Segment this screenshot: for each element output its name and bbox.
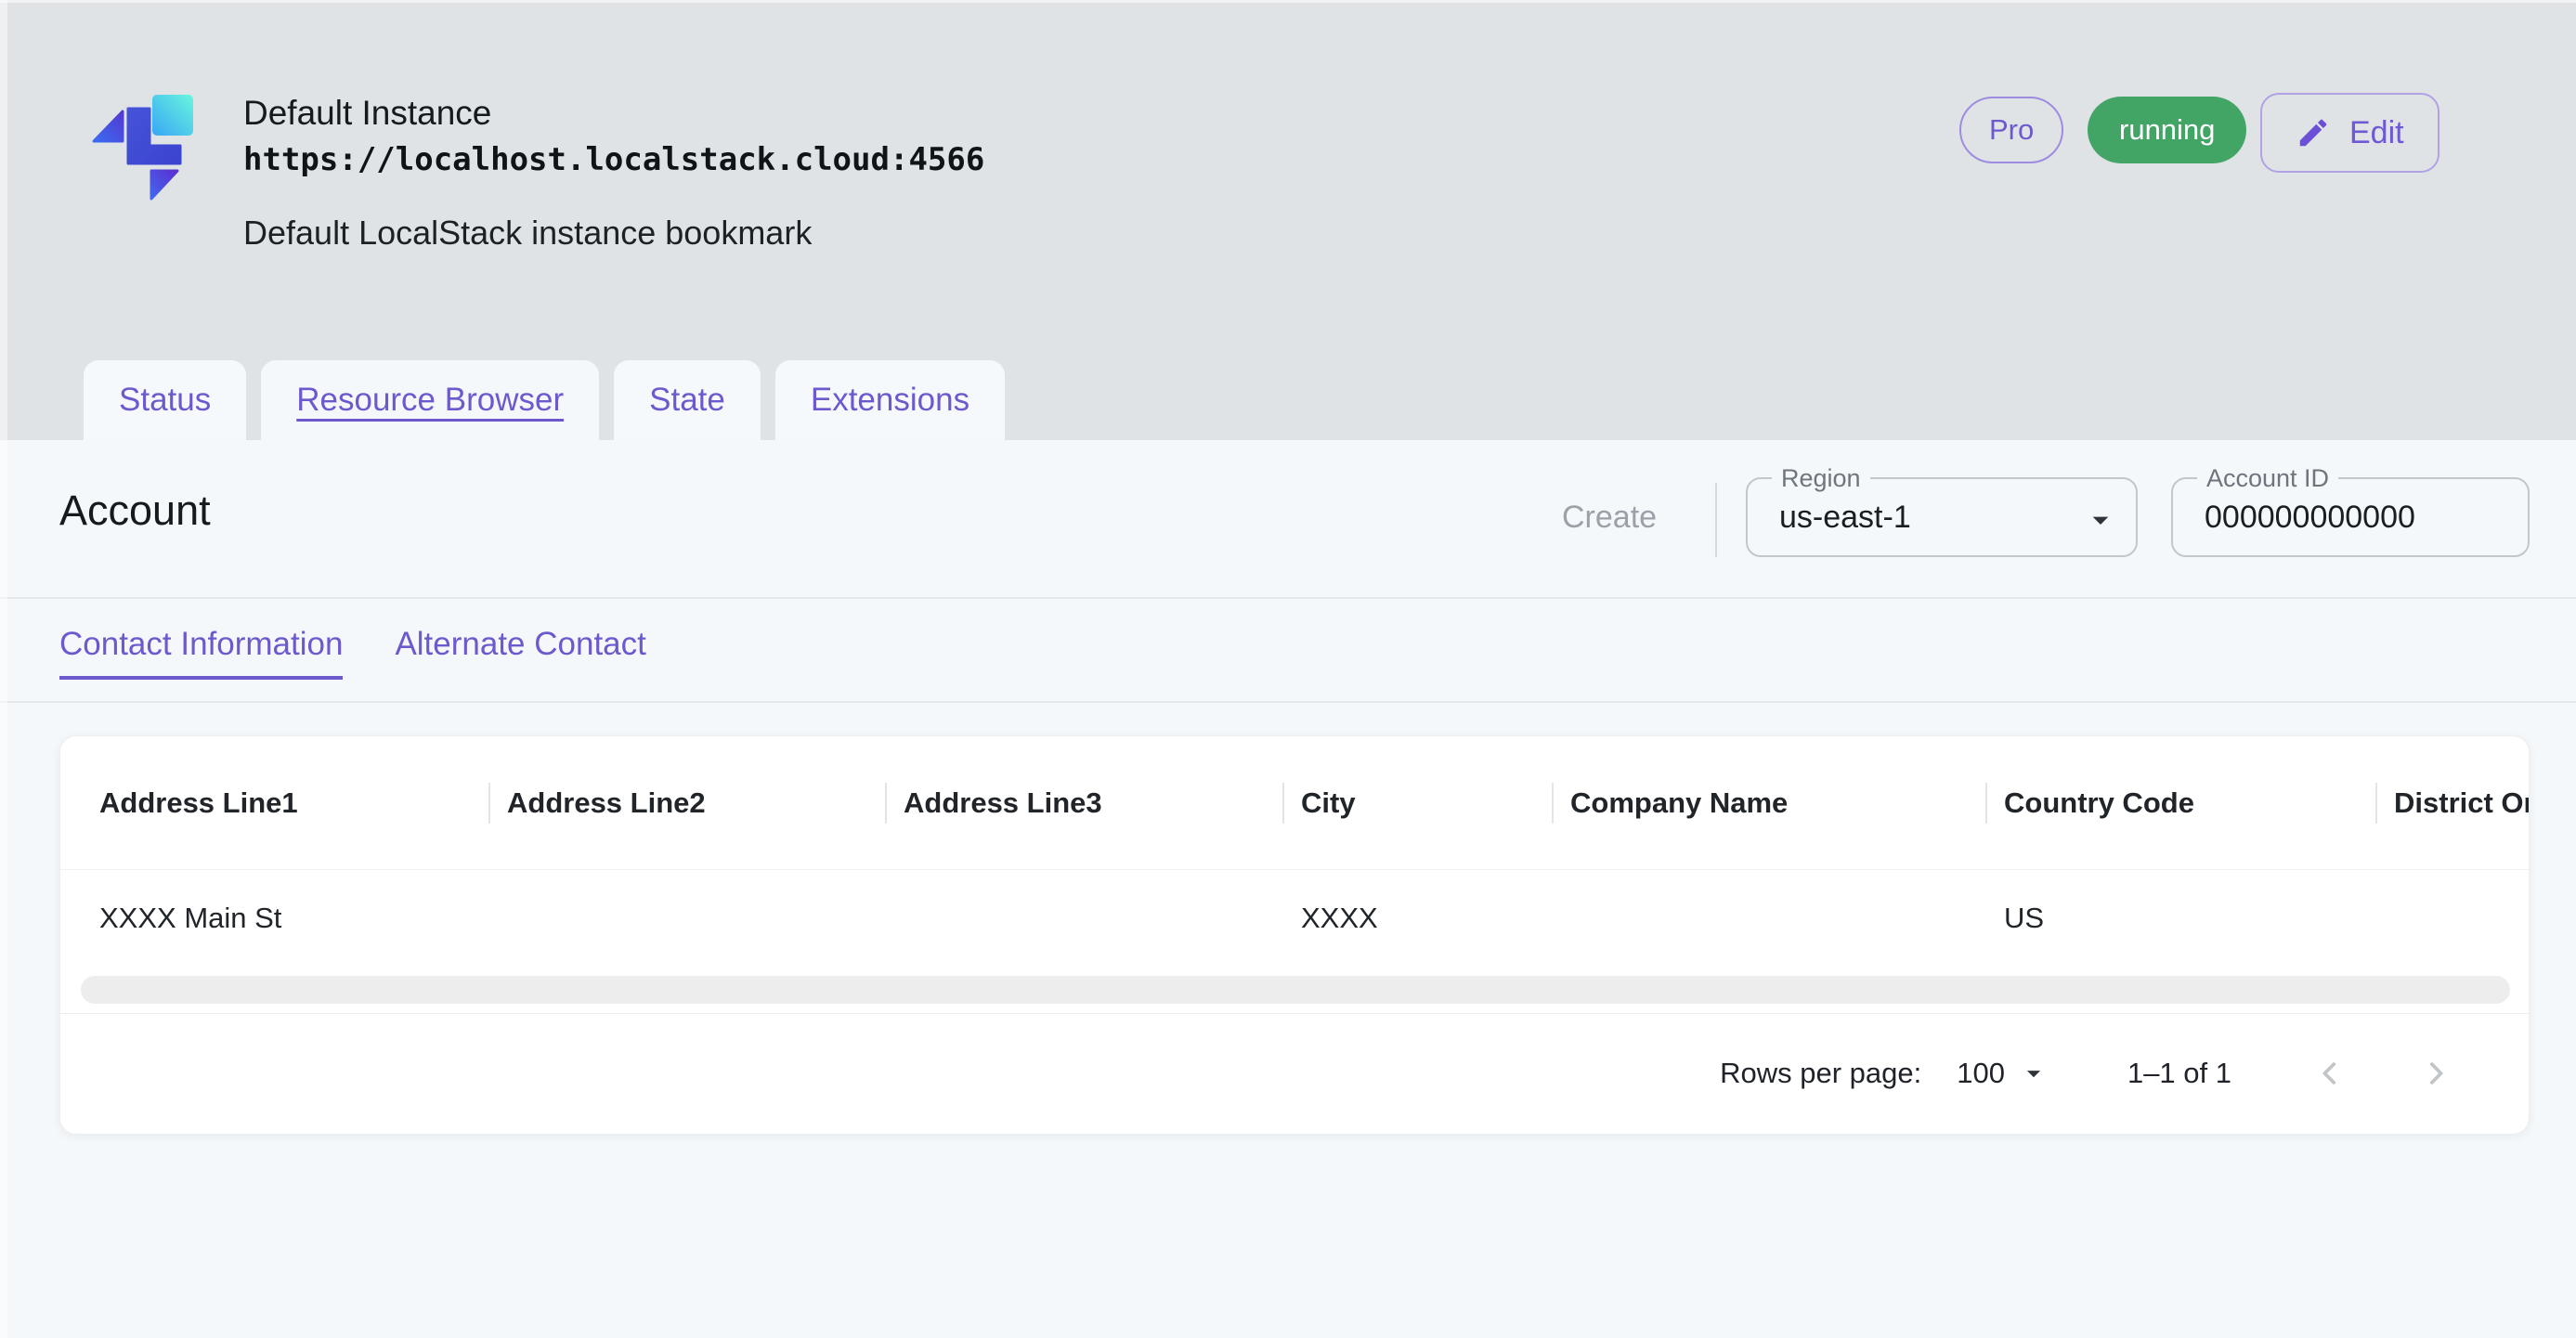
subtab-alternate-contact[interactable]: Alternate Contact [395,626,645,680]
cell-address-line2 [488,870,885,967]
localstack-app: Default Instance https://localhost.local… [0,0,2576,1338]
account-id-input[interactable] [2205,479,2483,555]
column-header-address-line2[interactable]: Address Line2 [488,736,885,869]
divider [0,597,2576,599]
region-select[interactable]: Region us-east-1 [1746,477,2138,557]
rows-per-page-value: 100 [1957,1057,2005,1090]
column-header-company-name[interactable]: Company Name [1552,736,1985,869]
region-select-value: us-east-1 [1779,479,1911,555]
table-footer: Rows per page: 100 1–1 of 1 [60,1014,2529,1133]
contact-information-table: Address Line1 Address Line2 Address Line… [59,735,2530,1135]
column-header-district[interactable]: District Or [2375,736,2530,869]
chevron-down-icon [2018,1058,2049,1089]
previous-page-button[interactable] [2306,1049,2354,1098]
tab-resource-browser[interactable]: Resource Browser [261,360,599,440]
horizontal-scrollbar-track [60,967,2529,1014]
divider [0,701,2576,703]
window-edge-highlight [0,0,7,1338]
table-header-row: Address Line1 Address Line2 Address Line… [60,736,2529,870]
pencil-icon [2296,115,2331,150]
cell-address-line3 [885,870,1282,967]
account-id-field: Account ID [2171,477,2530,557]
edit-button[interactable]: Edit [2260,93,2439,173]
chevron-left-icon [2314,1058,2346,1089]
cell-address-line1-link[interactable]: XXXX Main St [60,870,488,967]
column-header-city[interactable]: City [1282,736,1552,869]
account-subtab-bar: Contact Information Alternate Contact [59,626,646,680]
rows-per-page-label: Rows per page: [1720,1057,1921,1090]
pro-badge: Pro [1959,97,2063,163]
rows-per-page-select[interactable]: 100 [1957,1057,2049,1090]
instance-url: https://localhost.localstack.cloud:4566 [243,139,984,180]
instance-title: Default Instance [243,93,491,134]
cell-country-code: US [1985,870,2375,967]
tab-state[interactable]: State [614,360,761,440]
page-title: Account [59,485,211,537]
cell-district [2375,870,2530,967]
next-page-button[interactable] [2412,1049,2460,1098]
chevron-right-icon [2420,1058,2452,1089]
instance-header: Default Instance https://localhost.local… [0,0,2576,440]
chevron-down-icon [2082,501,2119,539]
subtab-contact-information[interactable]: Contact Information [59,626,343,680]
tab-status[interactable]: Status [84,360,246,440]
toolbar-divider [1715,483,1717,557]
localstack-logo-icon [89,85,201,206]
tab-extensions[interactable]: Extensions [775,360,1005,440]
cell-city: XXXX [1282,870,1552,967]
pagination-range: 1–1 of 1 [2127,1057,2231,1090]
column-header-address-line3[interactable]: Address Line3 [885,736,1282,869]
instance-description: Default LocalStack instance bookmark [243,212,812,254]
create-button[interactable]: Create [1562,500,1657,536]
table-row[interactable]: XXXX Main St XXXX US [60,870,2529,967]
instance-tab-bar: Status Resource Browser State Extensions [84,360,1005,440]
edit-button-label: Edit [2349,115,2404,151]
column-header-country-code[interactable]: Country Code [1985,736,2375,869]
horizontal-scrollbar-thumb[interactable] [81,976,2510,1004]
column-header-address-line1[interactable]: Address Line1 [60,736,488,869]
cell-company-name [1552,870,1985,967]
status-badge: running [2088,97,2246,163]
